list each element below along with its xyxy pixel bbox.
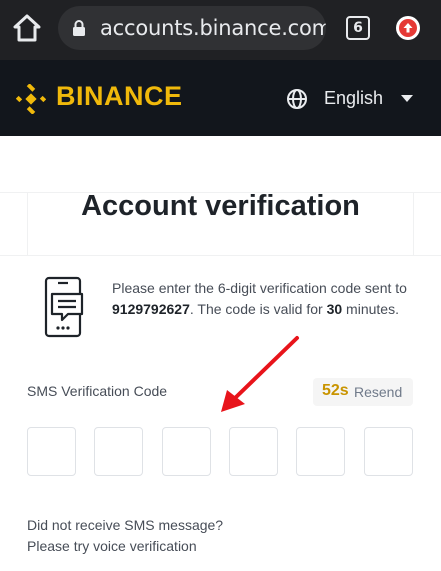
code-digit-input-2[interactable] [94,427,143,476]
valid-minutes: 30 [326,301,343,317]
phone-message-icon [44,276,84,338]
section-divider [0,255,441,256]
code-digit-input-5[interactable] [296,427,345,476]
code-digit-input-1[interactable] [27,427,76,476]
arrow-up-icon [403,23,413,33]
caret-down-icon[interactable] [401,95,413,102]
globe-icon[interactable] [286,88,308,110]
binance-logo-icon[interactable] [16,84,46,114]
resend-button[interactable]: 52s Resend [313,378,413,406]
phone-number: 9129792627 [112,301,190,317]
lock-icon [73,20,85,36]
site-header: BINANCE English [0,60,441,136]
code-digit-input-3[interactable] [162,427,211,476]
no-sms-text: Did not receive SMS message? [27,517,224,533]
page-title: Account verification [81,190,360,222]
sms-code-label: SMS Verification Code [27,383,168,399]
code-digit-input-4[interactable] [229,427,278,476]
update-icon[interactable] [396,16,420,40]
browser-toolbar: accounts.binance.com/e 6 [0,0,441,60]
language-selector[interactable]: English [324,88,383,109]
code-digit-input-6[interactable] [364,427,413,476]
voice-verification-link[interactable]: Please try voice verification [27,538,197,554]
tab-switcher-button[interactable]: 6 [346,16,370,40]
home-icon[interactable] [12,12,42,44]
resend-label: Resend [354,384,403,400]
brand-name[interactable]: BINANCE [56,81,183,112]
resend-countdown: 52s [322,382,349,399]
verification-instructions: Please enter the 6-digit verification co… [112,280,407,317]
annotation-arrow-icon [221,336,299,412]
address-bar[interactable]: accounts.binance.com/e [58,6,326,50]
url-text: accounts.binance.com/e [100,16,326,40]
